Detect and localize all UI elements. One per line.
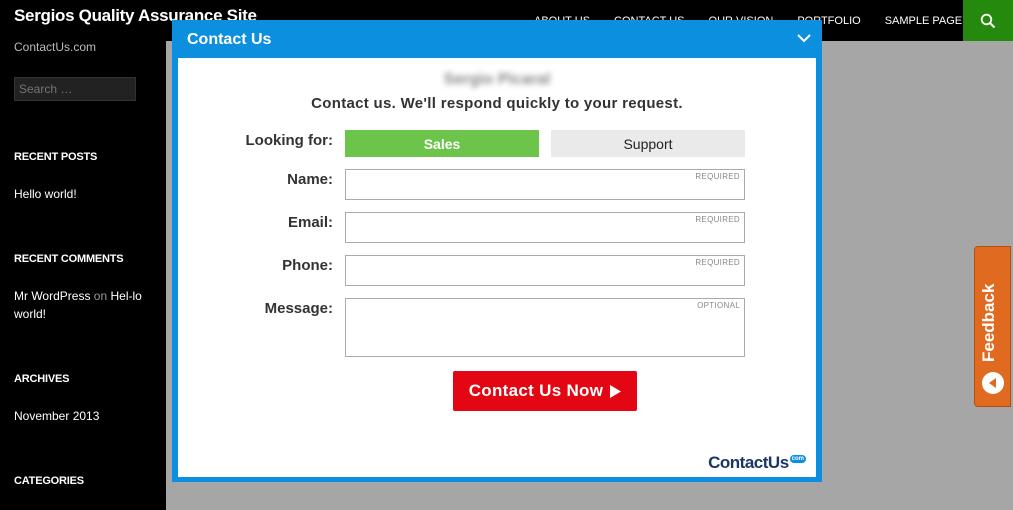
brand-badge: com	[789, 455, 806, 463]
message-textarea[interactable]	[346, 299, 744, 356]
comment-on-text: on	[93, 289, 108, 303]
message-field[interactable]: OPTIONAL	[345, 298, 745, 357]
feedback-tab[interactable]: Feedback	[974, 246, 1011, 407]
phone-label: Phone:	[282, 257, 333, 274]
phone-input[interactable]	[346, 256, 744, 285]
phone-required-tag: REQUIRED	[695, 258, 740, 267]
modal-title: Contact Us	[187, 31, 272, 48]
recent-comment-item: Mr WordPress on Hel-lo world!	[14, 287, 144, 323]
recent-comments-heading: RECENT COMMENTS	[14, 253, 124, 265]
company-name: Sergio Picaral	[443, 71, 551, 88]
left-arrow-circle-icon	[982, 372, 1004, 394]
email-field[interactable]: REQUIRED	[345, 212, 745, 243]
brand-text: ContactUs	[708, 453, 789, 472]
search-icon	[980, 13, 996, 28]
submit-label: Contact Us Now	[468, 381, 604, 400]
name-input[interactable]	[346, 170, 744, 199]
nav-item-sample-page[interactable]: SAMPLE PAGE	[885, 15, 962, 27]
email-required-tag: REQUIRED	[695, 215, 740, 224]
comment-author-link[interactable]: Mr WordPress	[14, 289, 90, 303]
support-option-button[interactable]: Support	[551, 130, 745, 157]
email-label: Email:	[287, 214, 333, 231]
contact-us-now-button[interactable]: Contact Us Now	[453, 371, 637, 411]
modal-header[interactable]: Contact Us	[172, 20, 822, 58]
recent-posts-heading: RECENT POSTS	[14, 151, 98, 163]
name-required-tag: REQUIRED	[695, 172, 740, 181]
play-arrow-icon	[610, 384, 622, 398]
name-field[interactable]: REQUIRED	[345, 169, 745, 200]
contactus-logo[interactable]: ContactUs com	[708, 453, 806, 473]
archive-link[interactable]: November 2013	[14, 407, 144, 425]
feedback-label: Feedback	[979, 283, 998, 362]
modal-body: Sergio Picaral Contact us. We'll respond…	[178, 58, 816, 477]
site-tagline: ContactUs.com	[14, 40, 97, 54]
looking-for-label: Looking for:	[245, 132, 333, 149]
modal-subtitle: Contact us. We'll respond quickly to you…	[311, 95, 683, 112]
name-label: Name:	[287, 171, 333, 188]
message-label: Message:	[264, 300, 333, 317]
archives-heading: ARCHIVES	[14, 373, 70, 385]
message-optional-tag: OPTIONAL	[697, 301, 740, 310]
recent-post-link[interactable]: Hello world!	[14, 185, 144, 203]
phone-field[interactable]: REQUIRED	[345, 255, 745, 286]
sales-option-button[interactable]: Sales	[345, 130, 539, 157]
sidebar-search-input[interactable]	[14, 77, 136, 101]
search-toggle-button[interactable]	[963, 0, 1013, 41]
email-input[interactable]	[346, 213, 744, 242]
contact-modal: Contact Us Sergio Picaral Contact us. We…	[172, 20, 822, 482]
categories-heading: CATEGORIES	[14, 475, 84, 487]
chevron-down-icon[interactable]	[796, 31, 812, 45]
